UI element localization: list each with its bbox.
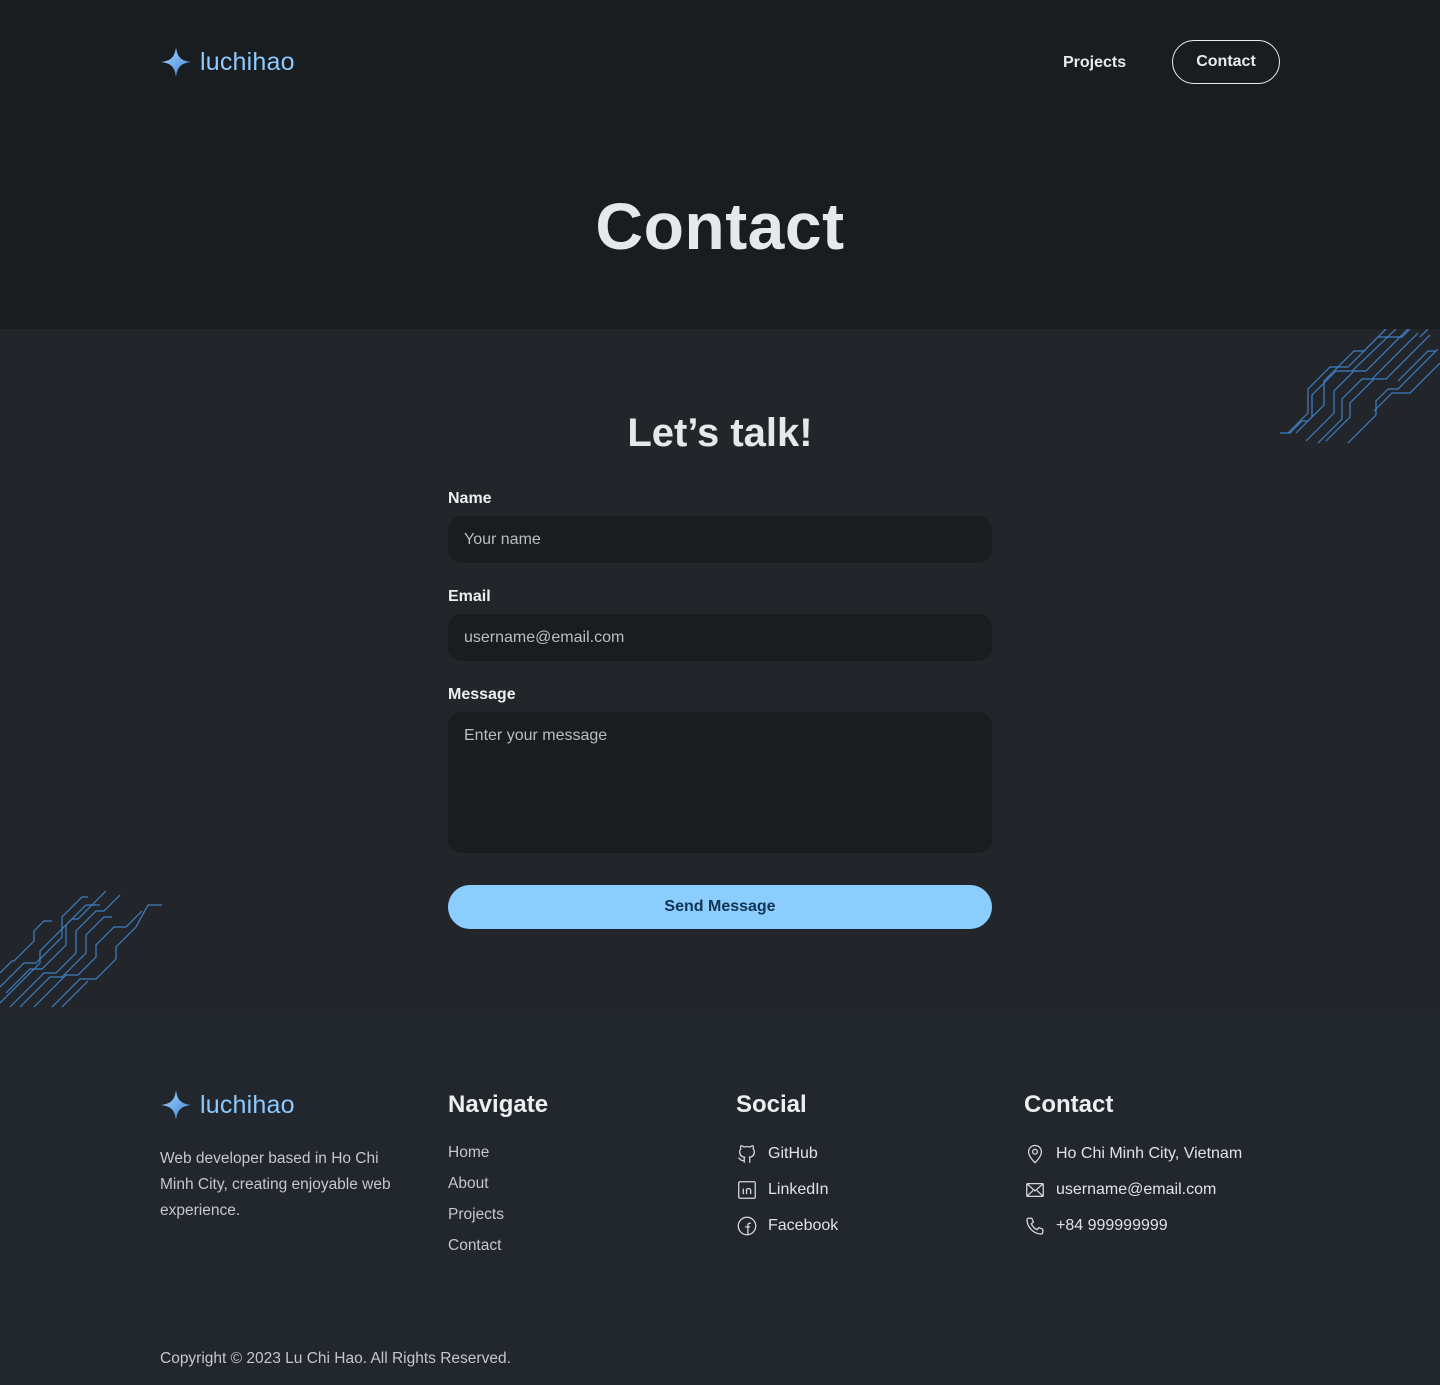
- contact-email-link[interactable]: username@email.com: [1024, 1179, 1216, 1201]
- linkedin-icon: [738, 1181, 756, 1199]
- name-label: Name: [448, 490, 492, 507]
- facebook-icon: [737, 1216, 757, 1236]
- email-input[interactable]: [448, 614, 992, 661]
- footer-contact-title: Contact: [1024, 1091, 1114, 1118]
- social-link-linkedin[interactable]: LinkedIn: [736, 1179, 829, 1201]
- contact-phone-link[interactable]: +84 999999999: [1024, 1215, 1168, 1237]
- page-title: Contact: [595, 189, 845, 263]
- site-footer: luchihao Web developer based in Ho Chi M…: [0, 1009, 1440, 1385]
- footer-link-about[interactable]: About: [448, 1174, 489, 1194]
- contact-address: Ho Chi Minh City, Vietnam: [1024, 1143, 1242, 1165]
- hero-header: luchihao Projects Contact Contact: [0, 0, 1440, 329]
- message-textarea[interactable]: [448, 712, 992, 853]
- message-label: Message: [448, 686, 516, 703]
- footer-brand-name: luchihao: [200, 1090, 295, 1119]
- footer-social-title: Social: [736, 1091, 807, 1118]
- social-label-facebook: Facebook: [768, 1217, 839, 1234]
- location-pin-icon: [1027, 1144, 1043, 1164]
- send-message-button[interactable]: Send Message: [448, 885, 992, 929]
- social-link-facebook[interactable]: Facebook: [736, 1215, 838, 1237]
- contact-address-text: Ho Chi Minh City, Vietnam: [1056, 1145, 1243, 1162]
- social-label-linkedin: LinkedIn: [768, 1181, 829, 1198]
- footer-link-home[interactable]: Home: [448, 1143, 489, 1163]
- social-link-github[interactable]: GitHub: [736, 1143, 818, 1165]
- name-input[interactable]: [448, 516, 992, 563]
- footer-navigate-title: Navigate: [448, 1091, 549, 1118]
- contact-phone-text: +84 999999999: [1056, 1217, 1168, 1234]
- email-label: Email: [448, 588, 491, 605]
- footer-link-projects[interactable]: Projects: [448, 1205, 504, 1225]
- footer-brand-logo-link[interactable]: luchihao: [160, 1089, 295, 1121]
- social-label-github: GitHub: [768, 1145, 818, 1162]
- sparkle-star-icon: [161, 47, 191, 77]
- nav-contact-button[interactable]: Contact: [1172, 40, 1280, 84]
- contact-email-text: username@email.com: [1056, 1181, 1217, 1198]
- footer-about-text: Web developer based in Ho Chi Minh City,…: [160, 1150, 391, 1219]
- phone-icon: [1026, 1217, 1044, 1235]
- copyright-text: Copyright © 2023 Lu Chi Hao. All Rights …: [160, 1350, 511, 1367]
- brand-logo-link[interactable]: luchihao: [160, 46, 295, 78]
- nav-projects-link[interactable]: Projects: [1063, 52, 1126, 74]
- form-title: Let’s talk!: [627, 411, 813, 455]
- circuit-decoration-icon: [0, 891, 162, 1008]
- footer-link-contact[interactable]: Contact: [448, 1236, 501, 1256]
- sparkle-star-icon: [161, 1090, 191, 1120]
- mail-icon: [1026, 1182, 1044, 1198]
- contact-form-section: Let’s talk! Name Email Message Send Mess…: [0, 329, 1440, 1009]
- github-icon: [738, 1145, 755, 1163]
- brand-name: luchihao: [200, 47, 295, 76]
